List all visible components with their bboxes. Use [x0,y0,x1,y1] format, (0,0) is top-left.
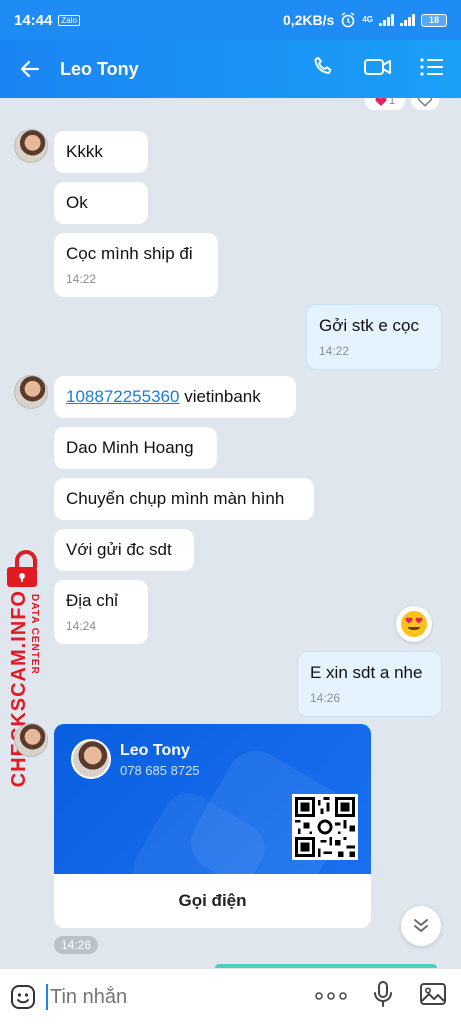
message-bubble[interactable]: Dao Minh Hoang [54,427,217,469]
more-dots-icon [315,991,347,1000]
message-text: Dao Minh Hoang [66,438,194,457]
menu-button[interactable] [419,55,445,84]
message-text: Chuyển chụp mình màn hình [66,489,285,508]
message-bubble[interactable]: Chuyển chụp mình màn hình [54,478,314,520]
card-contact-name: Leo Tony [120,742,190,759]
message-text: Ok [66,193,88,212]
call-button[interactable]: Gọi điện [54,874,371,928]
reaction-count: 1 [388,98,396,107]
message-input[interactable] [46,983,315,1010]
message-time: 14:22 [66,272,97,286]
message-bubble[interactable]: Cọc mình ship đi 14:22 [54,233,218,297]
message-input-bar [0,968,461,1024]
message-bubble[interactable]: Địa chỉ 14:24 [54,580,148,644]
back-button[interactable] [0,57,60,81]
contact-card-header: Leo Tony 078 685 8725 [54,724,371,874]
message-bubble[interactable]: Với gửi đc sdt [54,529,194,571]
message-text: Với gửi đc sdt [66,540,172,559]
call-button-label: Gọi điện [178,891,247,910]
card-phone-number: 078 685 8725 [120,763,200,778]
network-type: 4G [362,15,373,24]
video-camera-icon [364,58,391,75]
qr-code-icon [295,797,355,857]
smiley-icon [11,984,35,1009]
message-time: 14:26 [310,691,341,705]
back-arrow-icon [20,60,40,78]
double-chevron-down-icon [414,919,428,932]
zalo-notification-icon: Zalo [58,14,80,26]
status-bar: 14:44 Zalo 0,2KB/s 4G 18 [0,0,461,40]
microphone-icon [374,981,392,1007]
message-text: vietinbank [179,387,261,406]
qr-code [292,794,358,860]
reaction-summary[interactable]: 1 [365,98,405,110]
status-time: 14:44 [14,11,53,29]
message-text: Gởi stk e cọc [319,316,419,335]
message-text: Địa chỉ [66,591,118,610]
contact-name[interactable]: Leo Tony [60,59,139,80]
more-options-button[interactable] [315,988,347,1006]
lock-icon [7,550,37,587]
my-message-bubble[interactable]: E xin sdt a nhe 14:26 [297,651,442,717]
my-message-bubble[interactable]: Gởi stk e cọc 14:22 [306,304,442,370]
react-button[interactable] [411,98,439,110]
alarm-icon [341,12,355,28]
card-avatar [71,739,111,779]
signal-icon-2 [400,14,415,26]
network-speed: 0,2KB/s [282,12,335,28]
video-call-button[interactable] [363,54,393,85]
heart-outline-icon [418,98,432,107]
phone-icon [314,56,332,74]
message-time: 14:22 [319,344,350,358]
image-icon [420,983,446,1005]
chat-header: Leo Tony [0,40,461,98]
message-bubble[interactable]: Ok [54,182,148,224]
contact-avatar[interactable] [14,129,48,163]
heart-eyes-emoji-icon [401,611,427,637]
image-picker-button[interactable] [419,981,447,1012]
watermark-sub-text: DATA CENTER [29,594,40,675]
heart-reaction-icon [375,98,387,106]
message-text: Kkkk [66,142,103,161]
watermark-main-text: CHECKSCAM.INFO [8,590,30,788]
message-text: Cọc mình ship đi [66,244,193,263]
contact-avatar[interactable] [14,723,48,757]
account-number-link[interactable]: 108872255360 [66,387,179,406]
sticker-button[interactable] [0,983,46,1011]
battery-icon: 18 [421,13,447,27]
contact-card[interactable]: Leo Tony 078 685 8725 Gọi điện [54,724,371,928]
card-time: 14:26 [54,936,99,954]
chat-messages[interactable]: 1 Kkkk Ok Cọc mình ship đi 14:22 Gởi stk … [0,98,461,968]
signal-icon [379,14,394,26]
voice-record-button[interactable] [373,980,393,1013]
contact-avatar[interactable] [14,375,48,409]
message-bubble[interactable]: 108872255360 vietinbank [54,376,296,418]
emoji-reaction[interactable] [396,606,432,642]
message-text: E xin sdt a nhe [310,663,423,682]
message-bubble[interactable]: Kkkk [54,131,148,173]
message-time: 14:24 [66,619,97,633]
scroll-to-bottom-button[interactable] [401,906,441,946]
list-menu-icon [420,57,443,76]
voice-call-button[interactable] [311,54,337,85]
